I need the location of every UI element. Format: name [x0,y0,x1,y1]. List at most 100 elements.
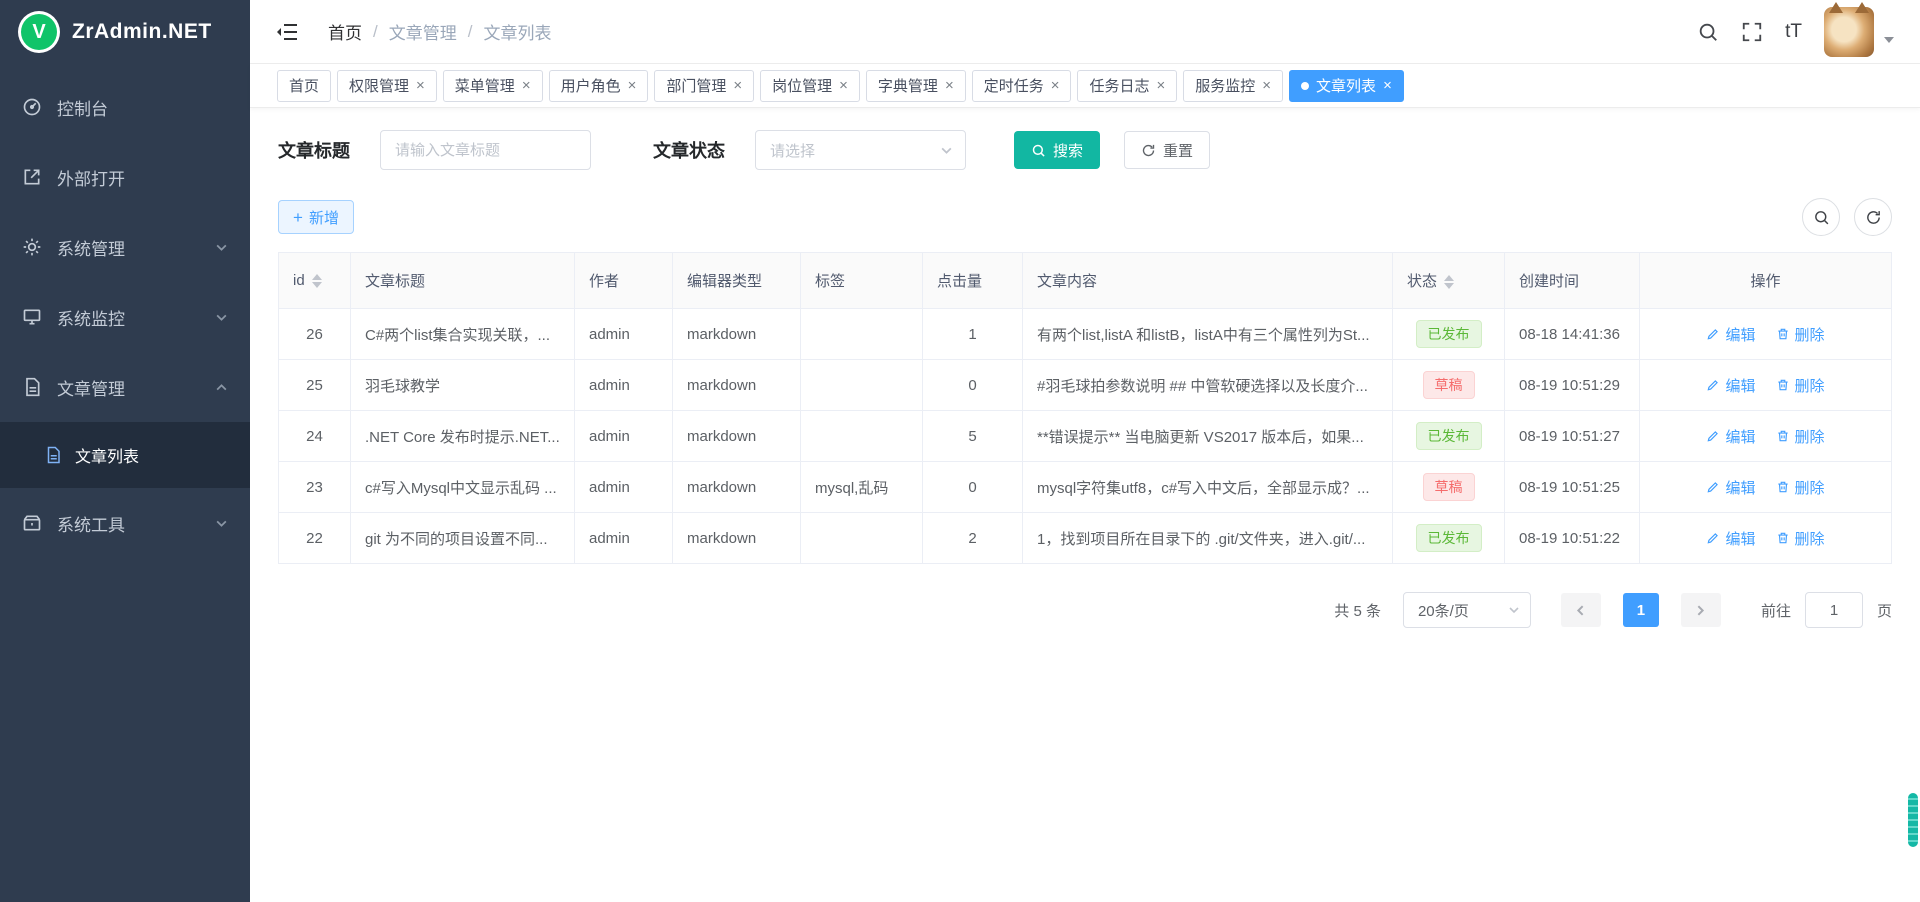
reset-button[interactable]: 重置 [1124,131,1210,169]
tab-scheduled-task[interactable]: 定时任务 × [972,70,1072,102]
chevron-down-icon [215,517,228,530]
delete-button[interactable]: 删除 [1776,324,1825,345]
cell-tags [801,411,923,462]
breadcrumb-separator: / [373,22,378,42]
fullscreen-icon[interactable] [1741,21,1763,43]
goto-page-input[interactable] [1805,592,1863,628]
font-size-icon[interactable]: tT [1785,21,1802,43]
tab-permission[interactable]: 权限管理 × [337,70,437,102]
status-badge: 已发布 [1416,320,1482,348]
close-icon[interactable]: × [1157,78,1166,93]
table-row[interactable]: 24 .NET Core 发布时提示.NET... admin markdown… [279,411,1892,462]
breadcrumb-article-list[interactable]: 文章列表 [483,19,551,44]
delete-button[interactable]: 删除 [1776,375,1825,396]
tab-menu[interactable]: 菜单管理× [443,70,543,102]
gear-icon [22,237,42,257]
cell-clicks: 5 [923,411,1023,462]
tab-department[interactable]: 部门管理× [654,70,754,102]
cell-editor: markdown [673,513,801,564]
edit-button[interactable]: 编辑 [1706,528,1755,549]
next-page-button[interactable] [1681,593,1721,627]
close-icon[interactable]: × [733,78,742,93]
tab-task-log[interactable]: 任务日志× [1077,70,1177,102]
chevron-down-icon [215,241,228,254]
document-list-icon [44,446,62,464]
search-icon[interactable] [1697,21,1719,43]
page-size-select[interactable]: 20条/页 [1403,592,1531,628]
close-icon[interactable]: × [416,78,425,93]
search-icon [1031,143,1046,158]
tab-label: 权限管理 [349,75,409,96]
sidebar-item-article-list[interactable]: 文章列表 [0,422,250,488]
table-tools [1802,198,1892,236]
close-icon[interactable]: × [945,78,954,93]
table-row[interactable]: 25 羽毛球教学 admin markdown 0 #羽毛球拍参数说明 ## 中… [279,360,1892,411]
sidebar-item-system-tools[interactable]: 系统工具 [0,488,250,558]
column-header-author: 作者 [575,253,673,309]
cell-actions: 编辑删除 [1640,411,1892,462]
column-header-clicks: 点击量 [923,253,1023,309]
tab-article-list[interactable]: 文章列表× [1289,70,1404,102]
close-icon[interactable]: × [522,78,531,93]
tab-post[interactable]: 岗位管理× [760,70,860,102]
edit-button[interactable]: 编辑 [1706,477,1755,498]
sort-icon[interactable] [312,274,322,288]
close-icon[interactable]: × [1262,78,1271,93]
toggle-search-button[interactable] [1802,198,1840,236]
cell-actions: 编辑删除 [1640,513,1892,564]
sidebar-item-dashboard[interactable]: 控制台 [0,72,250,142]
table-row[interactable]: 26 C#两个list集合实现关联，... admin markdown 1 有… [279,309,1892,360]
sidebar-item-label: 系统管理 [57,235,125,260]
breadcrumb-home[interactable]: 首页 [328,19,362,44]
tab-home[interactable]: 首页 [277,70,331,102]
sidebar-toggle-icon[interactable] [276,20,300,44]
tab-label: 定时任务 [984,75,1044,96]
avatar[interactable] [1824,7,1874,57]
breadcrumb-article-management[interactable]: 文章管理 [389,19,457,44]
scrollbar-thumb[interactable] [1908,793,1918,847]
toolbox-icon [22,513,42,533]
cell-title: C#两个list集合实现关联，... [351,309,575,360]
edit-button[interactable]: 编辑 [1706,324,1755,345]
sidebar-item-system-management[interactable]: 系统管理 [0,212,250,282]
tab-service-monitor[interactable]: 服务监控 × [1183,70,1283,102]
close-icon[interactable]: × [628,78,637,93]
column-header-id[interactable]: id [279,253,351,309]
plus-icon: + [293,209,303,226]
prev-page-button[interactable] [1561,593,1601,627]
cell-status: 草稿 [1393,360,1505,411]
article-title-input[interactable] [380,130,591,170]
column-header-status[interactable]: 状态 [1393,253,1505,309]
close-icon[interactable]: × [1383,78,1392,93]
edit-button[interactable]: 编辑 [1706,375,1755,396]
tab-label: 首页 [289,75,319,96]
refresh-table-button[interactable] [1854,198,1892,236]
page-number-button[interactable]: 1 [1623,593,1659,627]
cell-status: 已发布 [1393,309,1505,360]
cell-author: admin [575,309,673,360]
delete-button[interactable]: 删除 [1776,528,1825,549]
tab-user-role[interactable]: 用户角色× [549,70,649,102]
sidebar-item-external[interactable]: 外部打开 [0,142,250,212]
page-content: 文章标题 文章状态 请选择 搜索 重置 + 新增 [250,108,1920,902]
tab-label: 服务监控 [1195,75,1255,96]
breadcrumb-separator: / [468,22,473,42]
cell-actions: 编辑删除 [1640,360,1892,411]
tab-dictionary[interactable]: 字典管理× [866,70,966,102]
cell-created: 08-19 10:51:27 [1505,411,1640,462]
sidebar-item-system-monitor[interactable]: 系统监控 [0,282,250,352]
chevron-down-icon[interactable] [1884,37,1894,43]
close-icon[interactable]: × [1051,78,1060,93]
sort-icon[interactable] [1444,275,1454,289]
delete-button[interactable]: 删除 [1776,426,1825,447]
add-button[interactable]: + 新增 [278,200,354,234]
table-row[interactable]: 23 c#写入Mysql中文显示乱码 ... admin markdown my… [279,462,1892,513]
search-button[interactable]: 搜索 [1014,131,1100,169]
table-row[interactable]: 22 git 为不同的项目设置不同... admin markdown 2 1，… [279,513,1892,564]
article-status-select[interactable]: 请选择 [755,130,966,170]
sidebar-item-article-management[interactable]: 文章管理 [0,352,250,422]
close-icon[interactable]: × [839,78,848,93]
delete-button[interactable]: 删除 [1776,477,1825,498]
cell-author: admin [575,462,673,513]
edit-button[interactable]: 编辑 [1706,426,1755,447]
